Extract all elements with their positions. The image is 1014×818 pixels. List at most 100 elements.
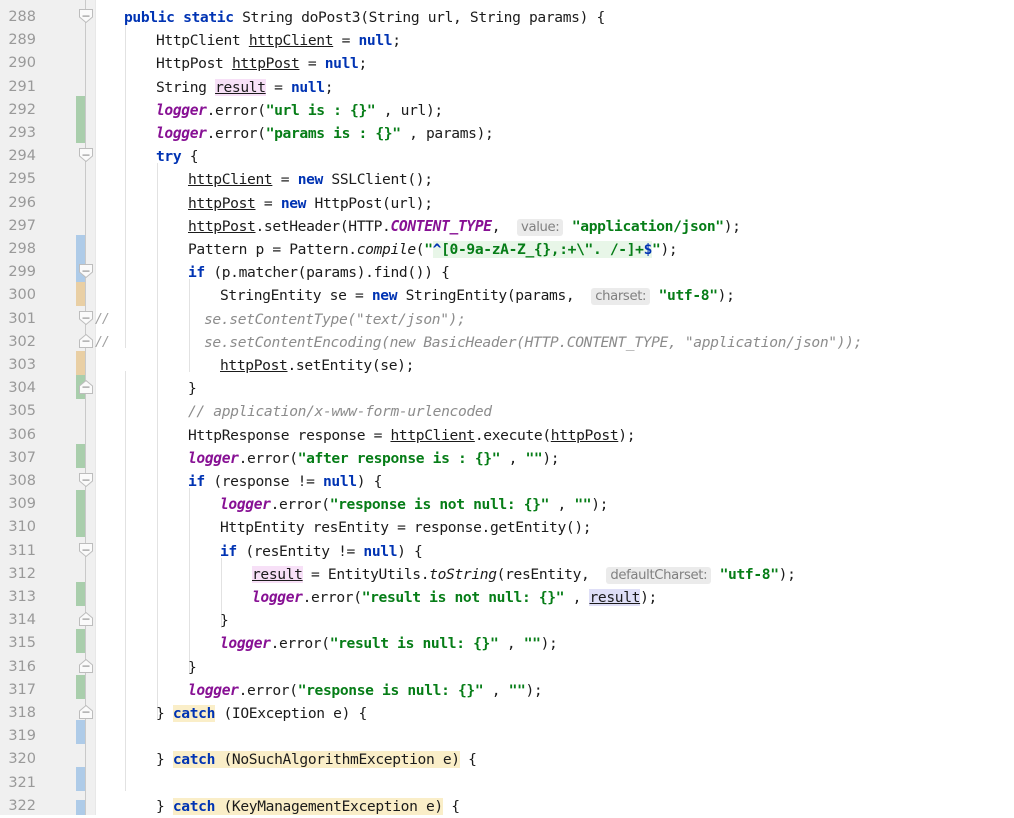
code-line-320[interactable]: } catch (NoSuchAlgorithmException e) { bbox=[156, 748, 477, 771]
code-line-311[interactable]: if (resEntity != null) { bbox=[220, 540, 423, 563]
code-line-297[interactable]: httpPost.setHeader(HTTP.CONTENT_TYPE, va… bbox=[188, 215, 741, 239]
vcs-change-bar-added[interactable] bbox=[76, 444, 85, 468]
indent-guide bbox=[157, 163, 158, 720]
line-number-307: 307 bbox=[8, 449, 36, 466]
indent-guide bbox=[189, 279, 190, 372]
vcs-change-bar-added[interactable] bbox=[76, 629, 85, 653]
line-number-319: 319 bbox=[8, 728, 36, 745]
fold-marker-316[interactable] bbox=[78, 658, 94, 674]
code-line-310[interactable]: HttpEntity resEntity = response.getEntit… bbox=[220, 516, 592, 539]
code-line-309[interactable]: logger.error("response is not null: {}" … bbox=[220, 493, 608, 516]
line-number-290: 290 bbox=[8, 55, 36, 72]
line-number-298: 298 bbox=[8, 241, 36, 257]
code-line-316[interactable]: } bbox=[188, 656, 197, 679]
code-line-315[interactable]: logger.error("result is null: {}" , ""); bbox=[220, 632, 558, 655]
line-number-305: 305 bbox=[8, 403, 36, 420]
fold-marker-308[interactable] bbox=[78, 472, 94, 488]
code-line-314[interactable]: } bbox=[220, 609, 229, 632]
fold-marker-304[interactable] bbox=[78, 379, 94, 395]
fold-marker-294[interactable] bbox=[78, 147, 94, 163]
line-number-316: 316 bbox=[8, 658, 36, 675]
code-line-300[interactable]: StringEntity se = new StringEntity(param… bbox=[220, 284, 735, 308]
line-number-317: 317 bbox=[8, 681, 36, 698]
inlay-hint-default-charset: defaultCharset: bbox=[606, 566, 712, 584]
code-line-296[interactable]: httpPost = new HttpPost(url); bbox=[188, 192, 433, 215]
vcs-change-bar-added[interactable] bbox=[76, 582, 85, 606]
line-number-289: 289 bbox=[8, 32, 36, 49]
line-number-309: 309 bbox=[8, 496, 36, 513]
code-text-area[interactable]: public static String doPost3(String url,… bbox=[96, 0, 1014, 815]
fold-marker-288[interactable] bbox=[78, 8, 94, 24]
code-line-301[interactable]: se.setContentType("text/json"); bbox=[204, 308, 466, 331]
code-line-306[interactable]: HttpResponse response = httpClient.execu… bbox=[188, 424, 636, 447]
vcs-change-bar-added[interactable] bbox=[76, 96, 85, 143]
line-number-318: 318 bbox=[8, 705, 36, 721]
fold-rail bbox=[85, 0, 86, 815]
code-line-292[interactable]: logger.error("url is : {}" , url); bbox=[156, 99, 443, 122]
code-line-317[interactable]: logger.error("response is null: {}" , ""… bbox=[188, 679, 543, 702]
line-number-321: 321 bbox=[8, 774, 36, 791]
code-line-298[interactable]: Pattern p = Pattern.compile("^[0-9a-zA-Z… bbox=[188, 238, 678, 261]
code-line-293[interactable]: logger.error("params is : {}" , params); bbox=[156, 122, 494, 145]
line-number-308: 308 bbox=[8, 473, 36, 489]
code-line-307[interactable]: logger.error("after response is : {}" , … bbox=[188, 447, 560, 470]
code-line-302[interactable]: se.setContentEncoding(new BasicHeader(HT… bbox=[204, 331, 862, 354]
code-editor[interactable]: 288 289 290 291 292 293 294 295 296 297 298 299 300 3… bbox=[0, 0, 1014, 815]
vcs-change-bar-modified[interactable] bbox=[76, 720, 85, 744]
line-number-320: 320 bbox=[8, 751, 36, 768]
vcs-change-bar-changed[interactable] bbox=[76, 351, 85, 375]
fold-marker-314[interactable] bbox=[78, 611, 94, 627]
line-number-315: 315 bbox=[8, 635, 36, 652]
code-line-305[interactable]: // application/x-www-form-urlencoded bbox=[188, 400, 492, 423]
inlay-hint-value: value: bbox=[517, 218, 564, 236]
code-line-312[interactable]: result = EntityUtils.toString(resEntity,… bbox=[252, 563, 796, 587]
code-line-303[interactable]: httpPost.setEntity(se); bbox=[220, 354, 414, 377]
line-number-295: 295 bbox=[8, 171, 36, 188]
indent-guide bbox=[189, 488, 190, 674]
code-line-322[interactable]: } catch (KeyManagementException e) { bbox=[156, 795, 460, 815]
line-number-312: 312 bbox=[8, 565, 36, 582]
code-line-294[interactable]: try { bbox=[156, 145, 199, 168]
vcs-change-bar-changed[interactable] bbox=[76, 282, 85, 306]
vcs-change-bar-modified[interactable] bbox=[76, 767, 85, 791]
code-line-290[interactable]: HttpPost httpPost = null; bbox=[156, 52, 367, 75]
line-number-300: 300 bbox=[8, 287, 36, 304]
line-number-314: 314 bbox=[8, 612, 36, 629]
vcs-change-bar-modified[interactable] bbox=[76, 800, 85, 815]
line-number-296: 296 bbox=[8, 194, 36, 211]
fold-marker-318[interactable] bbox=[78, 704, 94, 720]
line-number-293: 293 bbox=[8, 125, 36, 141]
fold-marker-311[interactable] bbox=[78, 542, 94, 558]
line-number-292: 292 bbox=[8, 101, 36, 118]
line-number-299: 299 bbox=[8, 264, 36, 281]
indent-guide bbox=[125, 371, 126, 791]
fold-marker-299[interactable] bbox=[78, 263, 94, 279]
line-number-303: 303 bbox=[8, 357, 36, 373]
code-line-313[interactable]: logger.error("result is not null: {}" , … bbox=[252, 586, 657, 609]
line-number-291: 291 bbox=[8, 78, 36, 95]
code-line-291[interactable]: String result = null; bbox=[156, 76, 334, 99]
line-number-313: 313 bbox=[8, 589, 36, 605]
line-number-311: 311 bbox=[8, 542, 36, 559]
indent-guide bbox=[125, 23, 126, 348]
line-number-297: 297 bbox=[8, 217, 36, 234]
code-line-289[interactable]: HttpClient httpClient = null; bbox=[156, 29, 401, 52]
vcs-change-bar-added[interactable] bbox=[76, 675, 85, 699]
line-number-294: 294 bbox=[8, 148, 36, 165]
code-line-308[interactable]: if (response != null) { bbox=[188, 470, 382, 493]
line-number-288: 288 bbox=[8, 9, 36, 25]
line-number-310: 310 bbox=[8, 519, 36, 536]
vcs-change-bar-added[interactable] bbox=[76, 490, 85, 537]
code-line-288[interactable]: public static String doPost3(String url,… bbox=[124, 6, 605, 29]
code-line-299[interactable]: if (p.matcher(params).find()) { bbox=[188, 261, 450, 284]
fold-marker-302[interactable] bbox=[78, 333, 94, 349]
code-line-304[interactable]: } bbox=[188, 377, 197, 400]
line-number-302: 302 bbox=[8, 333, 36, 350]
code-line-318[interactable]: } catch (IOException e) { bbox=[156, 702, 367, 725]
line-number-301: 301 bbox=[8, 310, 36, 327]
line-number-306: 306 bbox=[8, 426, 36, 443]
inlay-hint-charset: charset: bbox=[591, 288, 651, 306]
code-line-295[interactable]: httpClient = new SSLClient(); bbox=[188, 168, 433, 191]
line-number-304: 304 bbox=[8, 380, 36, 397]
fold-marker-301[interactable] bbox=[78, 310, 94, 326]
